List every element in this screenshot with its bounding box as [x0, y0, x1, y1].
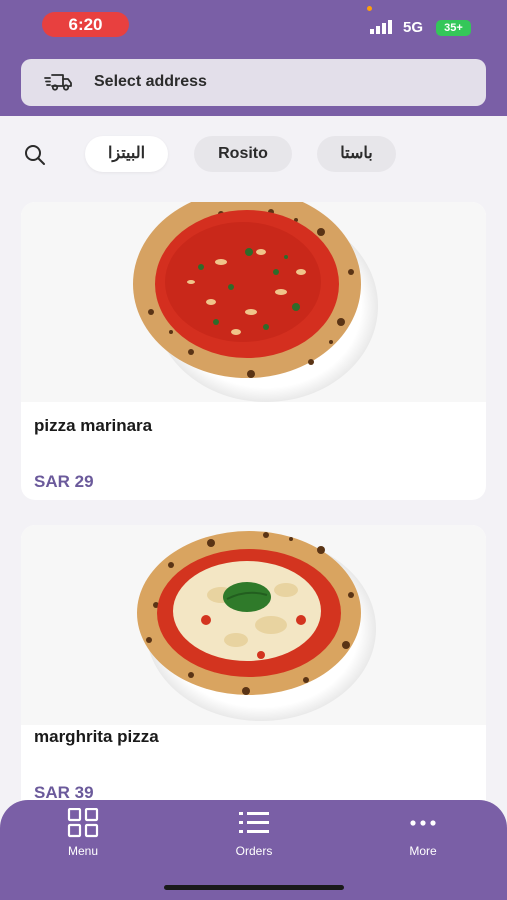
tab-more-label: More: [409, 844, 437, 858]
category-tab-pasta[interactable]: باستا: [317, 136, 396, 172]
margherita-pizza-photo: [21, 525, 486, 725]
item-price: SAR 29: [34, 472, 94, 491]
search-icon[interactable]: [23, 143, 47, 167]
tab-more[interactable]: More: [378, 808, 468, 868]
home-indicator: [164, 885, 344, 890]
battery-indicator: 35+: [436, 20, 471, 36]
tab-menu[interactable]: Menu: [38, 808, 128, 868]
tab-orders-label: Orders: [235, 844, 273, 858]
select-address-button[interactable]: Select address: [21, 59, 486, 106]
tab-orders[interactable]: Orders: [209, 808, 299, 868]
status-bar: 6:20 5G 35+: [0, 0, 507, 50]
menu-content[interactable]: البيتزا Rosito باستا pizza marinara SAR …: [0, 116, 507, 900]
item-name: pizza marinara: [34, 416, 153, 435]
list-icon: [239, 812, 269, 833]
tab-menu-label: Menu: [67, 844, 99, 858]
signal-icon: [370, 20, 392, 34]
category-tab-pizza[interactable]: البيتزا: [85, 136, 168, 172]
delivery-truck-icon: [44, 74, 72, 91]
app-header: 6:20 5G 35+ Select address: [0, 0, 507, 116]
more-dots-icon: [410, 820, 436, 826]
grid-icon: [67, 808, 99, 838]
select-address-label: Select address: [94, 73, 207, 90]
status-time: 6:20: [42, 12, 129, 37]
pizza-marinara-photo: [21, 202, 486, 402]
privacy-indicator-dot: [367, 6, 372, 11]
item-name: marghrita pizza: [34, 727, 159, 746]
network-type: 5G: [403, 19, 424, 36]
menu-item-card[interactable]: pizza marinara SAR 29: [21, 202, 486, 500]
category-tab-rosito[interactable]: Rosito: [194, 136, 292, 172]
menu-item-card[interactable]: marghrita pizza SAR 39: [21, 525, 486, 825]
